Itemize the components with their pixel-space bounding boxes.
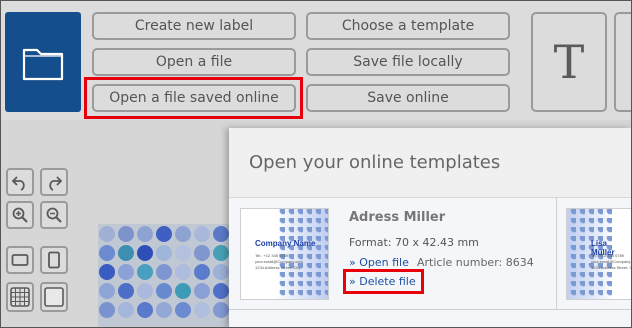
- article-number: Article number: 8634: [417, 256, 534, 269]
- frame-button[interactable]: [40, 282, 68, 312]
- create-new-label-button[interactable]: Create new label: [92, 12, 296, 40]
- undo-icon: [11, 176, 25, 191]
- top-toolbar: Create new label Choose a template Open …: [0, 0, 632, 120]
- dot-pattern-graphic: [99, 226, 229, 318]
- zoom-in-icon: [12, 207, 28, 223]
- template-list-item: Company Name Tel.: +12 345 6789 your.ema…: [229, 198, 632, 310]
- card-contact-lines: Tel.: +12 345 6789 your.email@Company.co…: [255, 253, 303, 270]
- dialog-header: Open your online templates: [229, 128, 632, 198]
- open-menu-button[interactable]: [5, 12, 81, 112]
- folder-icon: [22, 48, 64, 81]
- landscape-icon: [11, 254, 29, 266]
- online-templates-dialog: Open your online templates Company Name …: [229, 128, 632, 328]
- template-name: Adress Miller: [349, 210, 446, 225]
- template-format: Format: 70 x 42.43 mm: [349, 236, 479, 249]
- landscape-button[interactable]: [6, 246, 34, 274]
- template-list: Company Name Tel.: +12 345 6789 your.ema…: [229, 198, 632, 328]
- save-online-button[interactable]: Save online: [306, 84, 510, 112]
- undo-button[interactable]: [6, 168, 34, 196]
- choose-template-button[interactable]: Choose a template: [306, 12, 510, 40]
- next-tool-button-partial[interactable]: [614, 12, 632, 112]
- template-thumbnail[interactable]: Company Name Tel.: +12 345 6789 your.ema…: [240, 208, 329, 300]
- text-tool-button[interactable]: T: [531, 12, 607, 112]
- square-icon: [44, 287, 64, 307]
- open-file-button[interactable]: Open a file: [92, 48, 296, 76]
- save-file-locally-button[interactable]: Save file locally: [306, 48, 510, 76]
- open-file-link[interactable]: » Open file: [349, 256, 409, 269]
- portrait-button[interactable]: [40, 246, 68, 274]
- zoom-out-button[interactable]: [40, 201, 68, 229]
- zoom-out-icon: [46, 207, 62, 223]
- zoom-in-button[interactable]: [6, 201, 34, 229]
- column-divider: [556, 198, 557, 310]
- delete-file-link[interactable]: » Delete file: [349, 275, 416, 288]
- template-thumbnail-2[interactable]: Lisa Müller Tel.: +12 345 6789 your.emai…: [566, 208, 632, 300]
- redo-button[interactable]: [40, 168, 68, 196]
- redo-icon: [49, 176, 63, 191]
- card-company-name: Company Name: [255, 239, 316, 248]
- card-contact-lines: Tel.: +12 345 6789 your.email@Company.co…: [591, 253, 632, 270]
- grid-icon: [10, 287, 30, 307]
- portrait-icon: [48, 251, 60, 269]
- text-tool-icon: T: [553, 35, 585, 89]
- label-canvas[interactable]: [98, 224, 230, 328]
- grid-button[interactable]: [6, 282, 34, 312]
- dialog-title: Open your online templates: [249, 152, 501, 173]
- open-file-saved-online-button[interactable]: Open a file saved online: [92, 84, 296, 112]
